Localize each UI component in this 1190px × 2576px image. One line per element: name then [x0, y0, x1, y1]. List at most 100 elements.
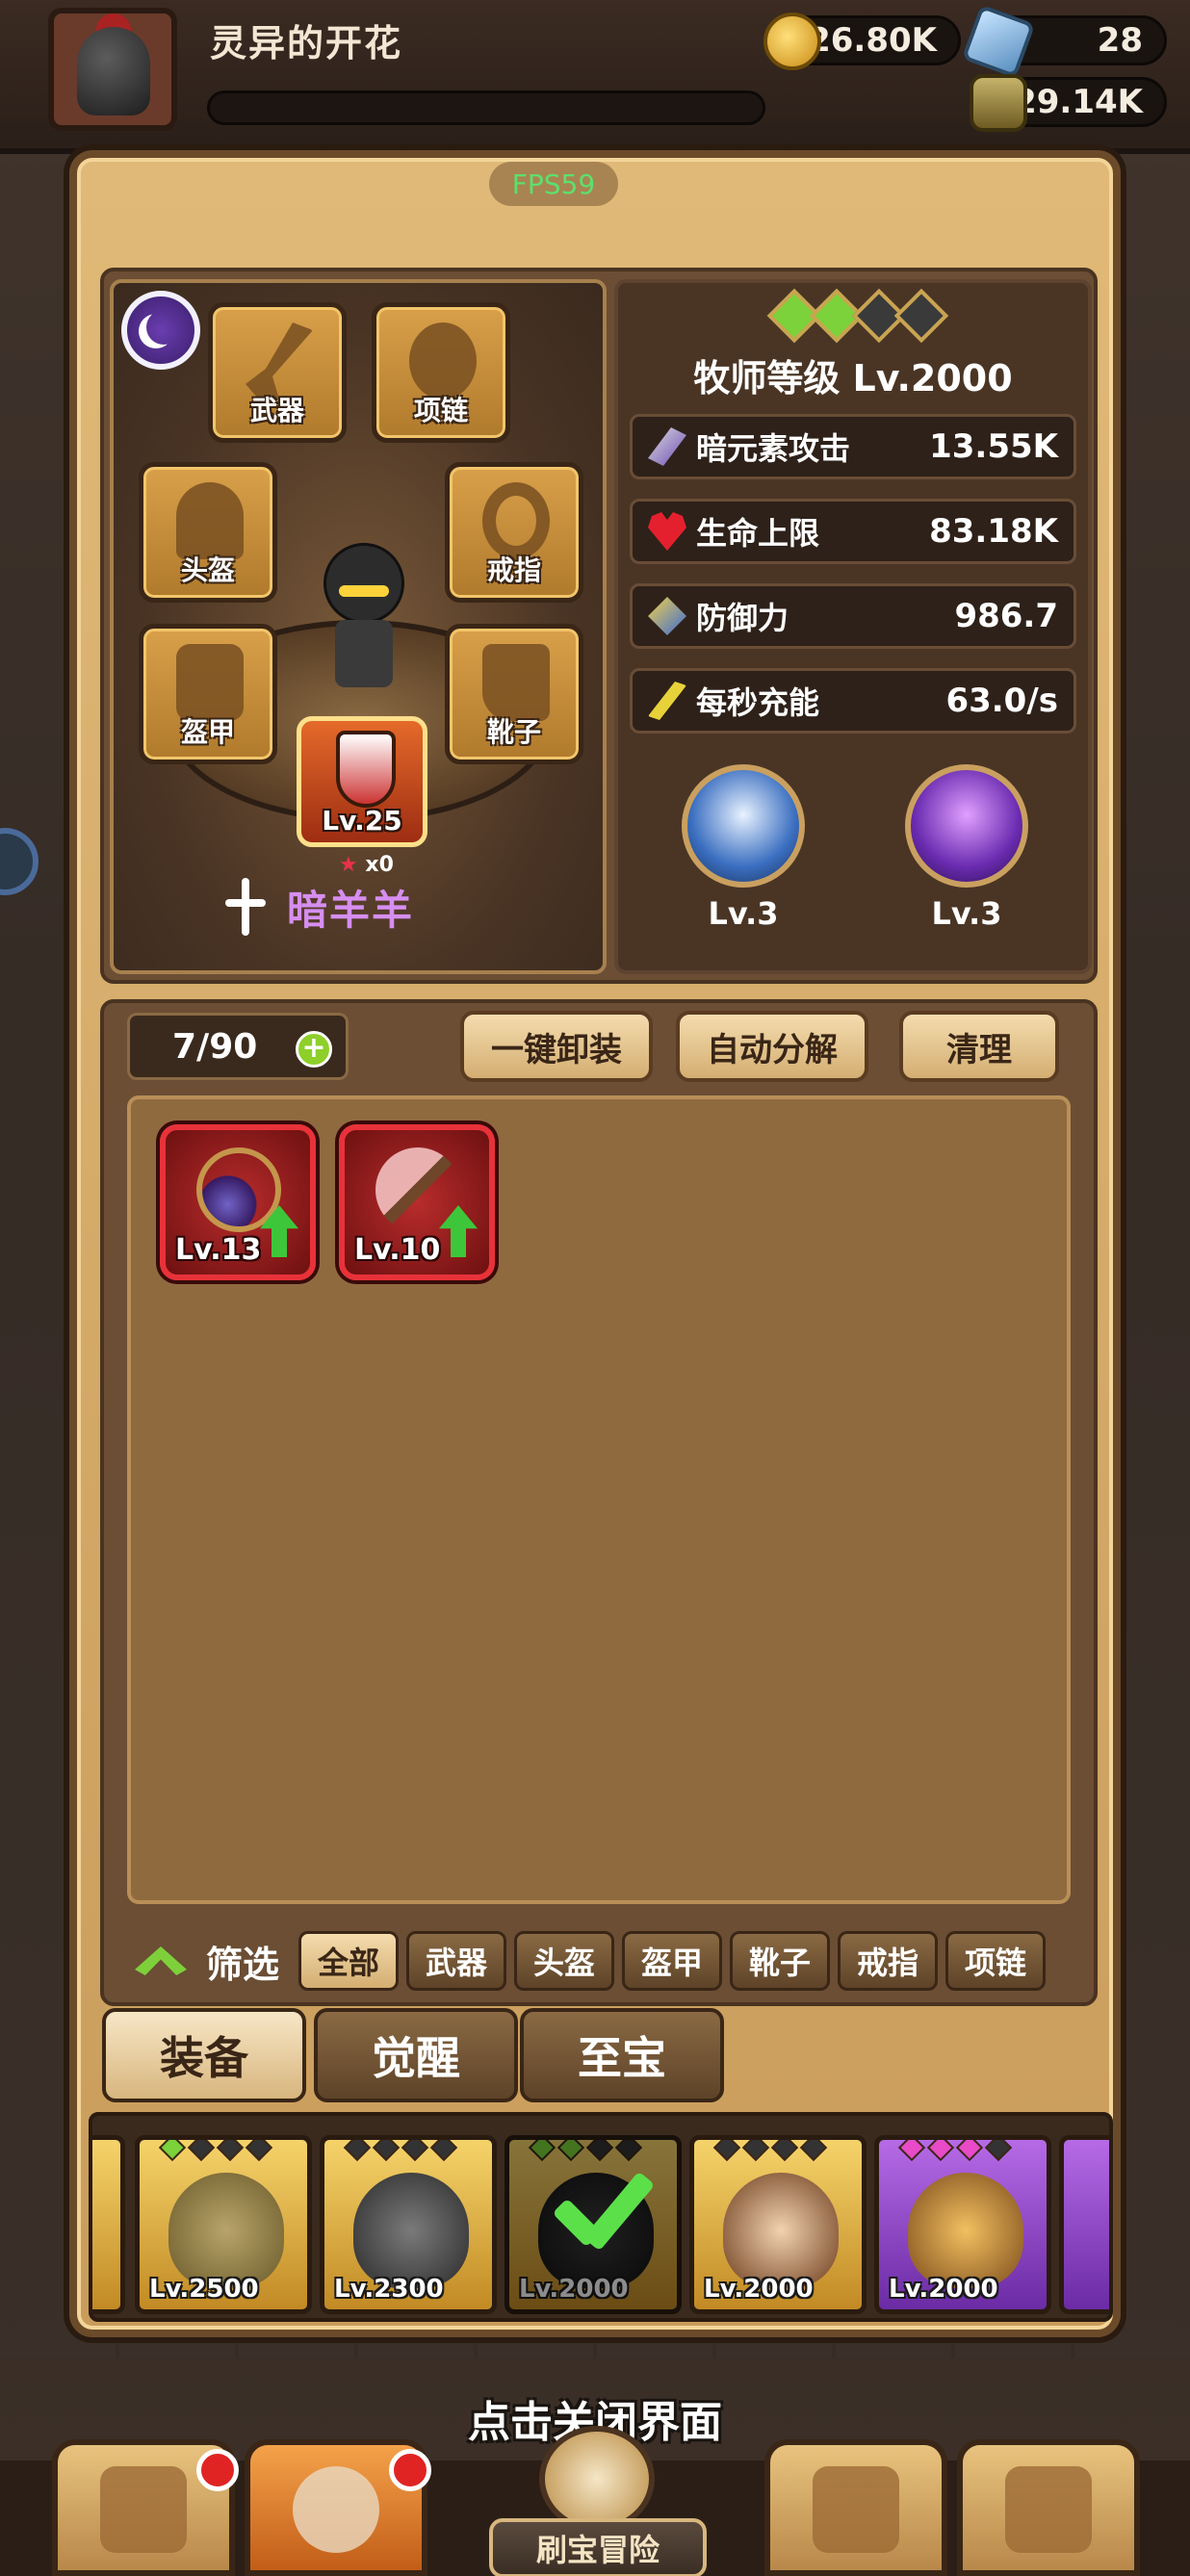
- ring-icon: [482, 482, 550, 559]
- hero-character[interactable]: [304, 543, 420, 697]
- stat-value: 986.7: [954, 597, 1058, 635]
- slot-helmet-label: 头盔: [180, 554, 235, 586]
- energy-icon: [648, 682, 686, 720]
- necklace-icon: [409, 322, 477, 399]
- hero-portrait-icon: [293, 2466, 379, 2553]
- stat-label: 每秒充能: [696, 684, 820, 721]
- gem-counter[interactable]: 28: [961, 4, 1167, 79]
- hero-portrait: [908, 2173, 1023, 2288]
- hero-card[interactable]: Lv.2000: [874, 2135, 1051, 2314]
- hero-portrait: [353, 2173, 469, 2288]
- hero-card-level: Lv.2500: [149, 2275, 259, 2304]
- hero-card[interactable]: Lv.2500: [135, 2135, 312, 2314]
- slot-necklace[interactable]: 项链: [372, 302, 510, 443]
- slot-helmet[interactable]: 头盔: [139, 462, 277, 603]
- pet-stars-value: x0: [365, 853, 394, 877]
- priest-cross-icon: [221, 878, 270, 936]
- moon-element-icon: [121, 291, 200, 370]
- stat-label: 暗元素攻击: [696, 430, 851, 467]
- filter-necklace[interactable]: 项链: [945, 1931, 1047, 1991]
- essence-counter[interactable]: 29.14K: [970, 74, 1167, 132]
- helmet-slot-icon: [176, 482, 244, 559]
- star-icon: ★: [339, 853, 358, 877]
- shield-icon: [336, 731, 396, 808]
- hero-card-partial[interactable]: [1059, 2135, 1109, 2314]
- top-bar: 灵异的开花 126.80K 28 29.14K: [0, 0, 1190, 154]
- hero-card[interactable]: Lv.2300: [320, 2135, 497, 2314]
- inventory-panel: 7/90 + 一键卸装 自动分解 清理 Lv.13 Lv.10 筛选 全部 武器…: [100, 999, 1098, 2006]
- shop-icon: [100, 2466, 187, 2553]
- treasure-adventure-button[interactable]: 刷宝冒险: [489, 2518, 707, 2576]
- skill-2-level: Lv.3: [931, 895, 1002, 932]
- filter-weapon[interactable]: 武器: [406, 1931, 507, 1991]
- essence-jar-icon: [970, 74, 1027, 132]
- inventory-item[interactable]: Lv.13: [160, 1124, 316, 1280]
- hero-rank-pips: [712, 2140, 828, 2162]
- filter-boots[interactable]: 靴子: [730, 1931, 831, 1991]
- filter-ring[interactable]: 戒指: [838, 1931, 939, 1991]
- unequip-all-button[interactable]: 一键卸装: [460, 1011, 653, 1082]
- slot-necklace-label: 项链: [413, 395, 468, 426]
- notification-dot: [196, 2449, 239, 2491]
- slot-weapon[interactable]: 武器: [208, 302, 347, 443]
- inventory-item[interactable]: Lv.10: [339, 1124, 495, 1280]
- gold-counter[interactable]: 126.80K: [763, 13, 961, 70]
- stat-value: 83.18K: [929, 512, 1058, 551]
- hero-rank-pips: [343, 2140, 458, 2162]
- heart-icon: [648, 512, 686, 551]
- backpack-icon: [813, 2466, 899, 2553]
- expand-capacity-button[interactable]: +: [296, 1031, 332, 1068]
- slot-ring[interactable]: 戒指: [445, 462, 583, 603]
- hero-card[interactable]: Lv.2000: [689, 2135, 867, 2314]
- hero-head: [323, 543, 404, 624]
- tab-treasure[interactable]: 至宝: [520, 2008, 724, 2102]
- tab-awakening[interactable]: 觉醒: [314, 2008, 518, 2102]
- hero-card-partial[interactable]: [92, 2135, 125, 2314]
- skill-2-icon[interactable]: [905, 764, 1028, 888]
- filter-label: 筛选: [206, 1943, 280, 1986]
- filter-helmet[interactable]: 头盔: [514, 1931, 615, 1991]
- notification-dot: [389, 2449, 431, 2491]
- nav-forge[interactable]: [957, 2439, 1140, 2576]
- fps-counter: FPS59: [489, 162, 618, 206]
- pet-card[interactable]: Lv.25: [297, 716, 427, 847]
- stat-row-dark-attack: 暗元素攻击 13.55K: [630, 414, 1076, 479]
- hero-equipment-panel: FPS59 武器 项链 头盔 戒指 盔甲 靴子 Lv.25 ★ x0 暗羊羊 牧…: [69, 150, 1121, 2337]
- tab-equipment[interactable]: 装备: [102, 2008, 306, 2102]
- hero-card-level: Lv.2300: [334, 2275, 444, 2304]
- hero-card-level: Lv.2000: [889, 2275, 998, 2304]
- chevron-up-icon[interactable]: [135, 1946, 187, 1975]
- hero-eyes: [339, 585, 389, 597]
- gold-coin-icon: [763, 13, 821, 70]
- dark-attack-icon: [648, 427, 686, 466]
- item-level: Lv.13: [175, 1233, 262, 1267]
- boots-icon: [482, 644, 550, 721]
- sword-icon: [246, 322, 313, 399]
- player-avatar[interactable]: [48, 8, 177, 131]
- slot-armor[interactable]: 盔甲: [139, 624, 277, 764]
- helmet-icon: [77, 27, 150, 116]
- auto-dismantle-button[interactable]: 自动分解: [676, 1011, 868, 1082]
- inventory-capacity: 7/90 +: [127, 1013, 349, 1080]
- rank-diamond-empty-icon: [893, 288, 949, 344]
- slot-weapon-label: 武器: [249, 395, 304, 426]
- nav-backpack[interactable]: [764, 2439, 947, 2576]
- stat-label: 防御力: [696, 600, 789, 636]
- hero-portrait: [168, 2173, 284, 2288]
- filter-armor[interactable]: 盔甲: [622, 1931, 723, 1991]
- nav-hero[interactable]: [245, 2439, 431, 2576]
- slot-boots[interactable]: 靴子: [445, 624, 583, 764]
- armor-icon: [176, 644, 244, 721]
- filter-all[interactable]: 全部: [298, 1931, 400, 1991]
- gem-icon: [961, 4, 1036, 79]
- nav-shop[interactable]: [52, 2439, 239, 2576]
- inventory-grid: Lv.13 Lv.10: [127, 1095, 1071, 1904]
- skill-1-icon[interactable]: [682, 764, 805, 888]
- rank-diamonds: [747, 288, 969, 344]
- stat-value: 13.55K: [929, 427, 1058, 466]
- pet-level: Lv.25: [322, 805, 402, 837]
- hero-card-level: Lv.2000: [704, 2275, 814, 2304]
- hero-rank-pips: [158, 2140, 273, 2162]
- cleanup-button[interactable]: 清理: [899, 1011, 1059, 1082]
- equipment-slots-area: 武器 项链 头盔 戒指 盔甲 靴子 Lv.25 ★ x0 暗羊羊: [110, 279, 607, 974]
